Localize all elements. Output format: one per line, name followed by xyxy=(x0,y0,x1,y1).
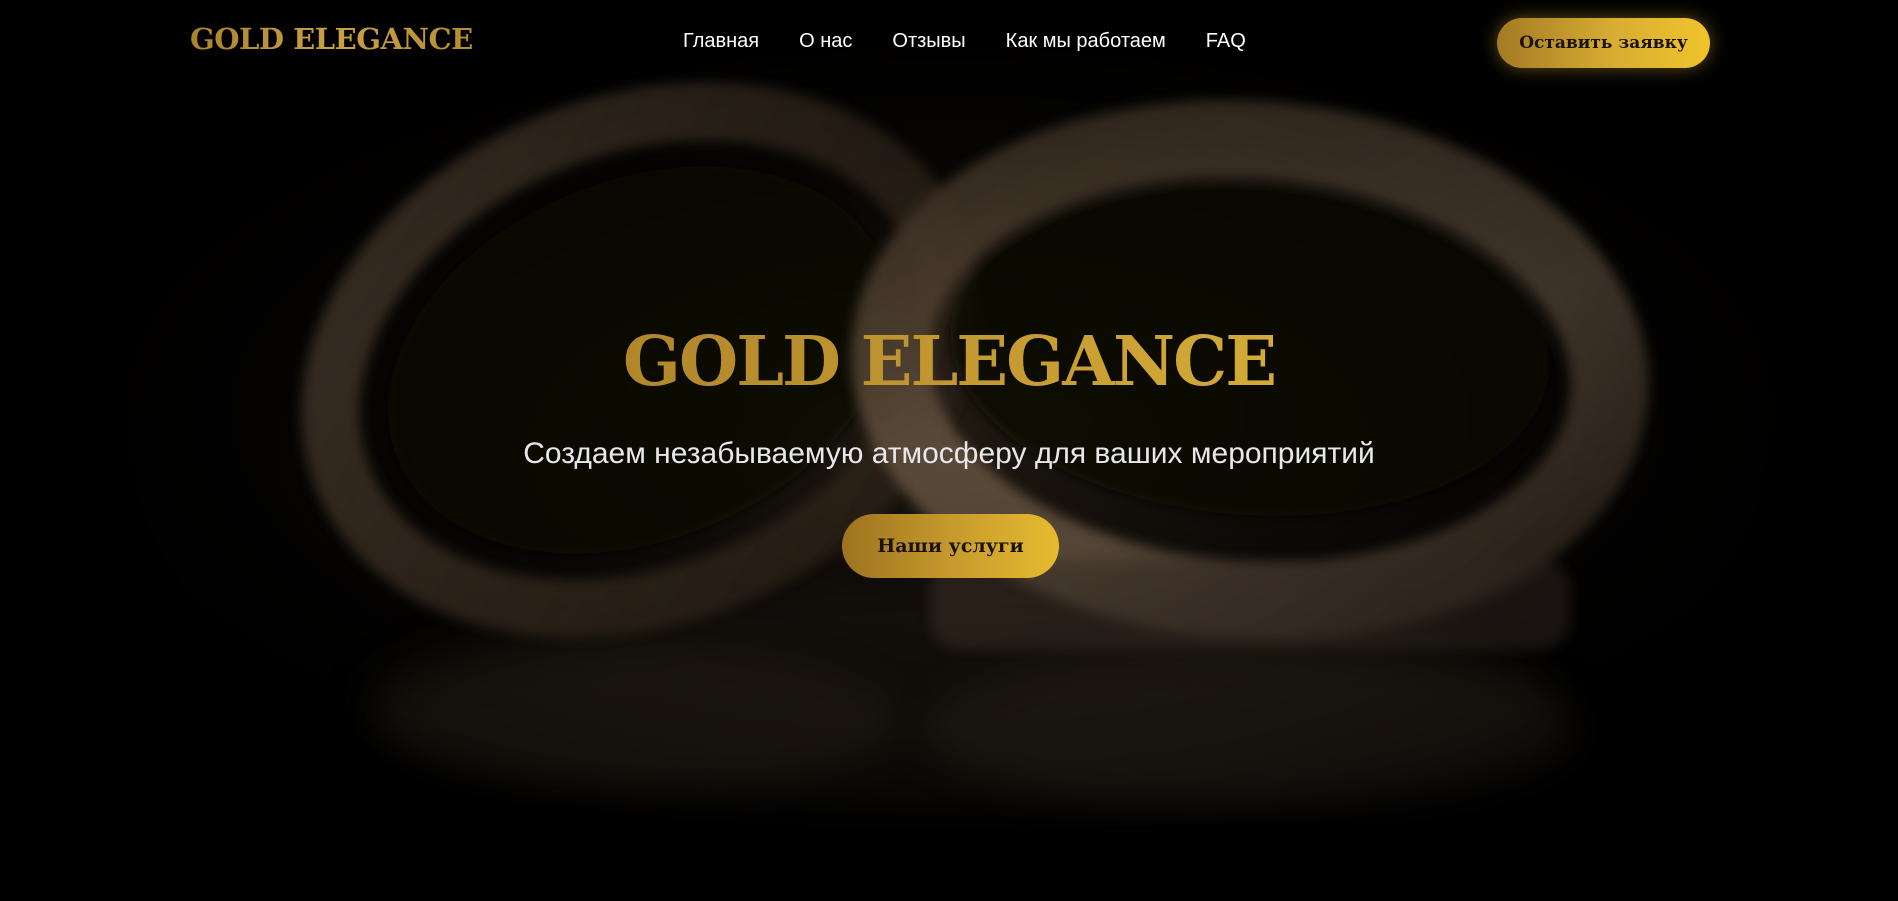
hero-subtitle: Создаем незабываемую атмосферу для ваших… xyxy=(523,437,1375,470)
nav-item-about[interactable]: О нас xyxy=(799,30,852,53)
site-header: GOLD ELEGANCE Главная О нас Отзывы Как м… xyxy=(0,0,1898,86)
nav-item-faq[interactable]: FAQ xyxy=(1206,30,1246,53)
hero-title: GOLD ELEGANCE xyxy=(0,322,1898,402)
site-logo[interactable]: GOLD ELEGANCE xyxy=(190,22,473,56)
submit-request-button[interactable]: Оставить заявку xyxy=(1497,18,1710,68)
our-services-button[interactable]: Наши услуги xyxy=(842,514,1059,578)
nav-item-how-we-work[interactable]: Как мы работаем xyxy=(1006,30,1166,53)
nav-item-home[interactable]: Главная xyxy=(683,30,759,53)
nav-item-reviews[interactable]: Отзывы xyxy=(892,30,965,53)
main-nav: Главная О нас Отзывы Как мы работаем FAQ xyxy=(683,30,1246,53)
